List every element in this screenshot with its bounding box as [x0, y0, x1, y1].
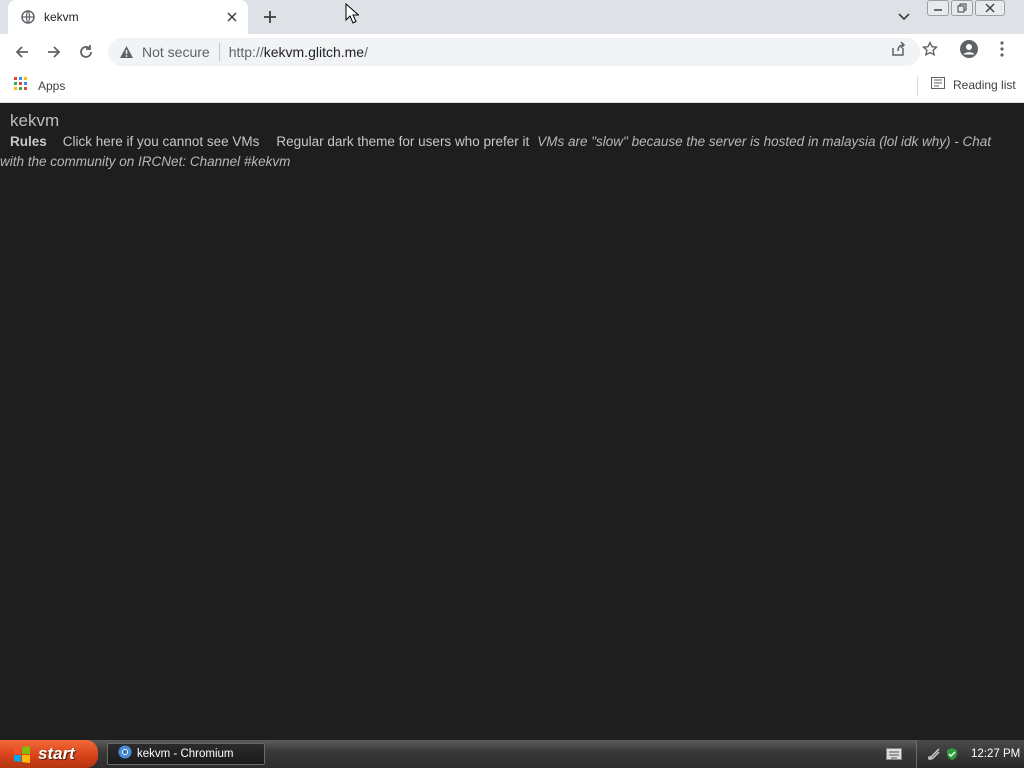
url-suffix: /: [364, 44, 368, 60]
tab-search-chevron-icon[interactable]: [895, 8, 913, 26]
page-title: kekvm: [10, 111, 60, 130]
reading-list-button[interactable]: Reading list: [931, 77, 1016, 92]
bookmark-star-icon[interactable]: [921, 40, 939, 58]
globe-icon: [20, 9, 36, 25]
bookmarks-divider: [917, 76, 918, 96]
taskbar-item-label: kekvm - Chromium: [137, 748, 234, 760]
apps-grid-icon: [14, 77, 28, 94]
security-label[interactable]: Not secure: [142, 44, 210, 60]
system-tray: 12:27 PM: [916, 740, 1024, 768]
apps-shortcut[interactable]: Apps: [14, 77, 65, 94]
profile-avatar-icon[interactable]: [960, 40, 978, 58]
clock: 12:27 PM: [971, 748, 1021, 760]
network-icon[interactable]: [927, 747, 941, 761]
browser-toolbar: Not secure http://kekvm.glitch.me/: [0, 34, 1024, 70]
omnibox-divider: [218, 43, 220, 61]
address-bar[interactable]: Not secure http://kekvm.glitch.me/: [108, 38, 920, 66]
url-text[interactable]: http://kekvm.glitch.me/: [229, 44, 368, 60]
bookmarks-bar: Apps Reading list: [0, 70, 1024, 103]
share-icon[interactable]: [889, 40, 907, 58]
new-tab-button[interactable]: [259, 6, 281, 28]
close-window-button[interactable]: [975, 0, 1005, 16]
dark-theme-link[interactable]: Regular dark theme for users who prefer …: [276, 134, 529, 149]
keyboard-icon[interactable]: [886, 747, 902, 761]
restore-button[interactable]: [951, 0, 973, 16]
reading-list-label: Reading list: [953, 77, 1016, 92]
start-button[interactable]: start: [0, 740, 98, 768]
taskbar-item-chromium[interactable]: kekvm - Chromium: [107, 743, 265, 765]
forward-arrow-icon[interactable]: [42, 40, 66, 64]
rules-link[interactable]: Rules: [10, 134, 47, 149]
apps-label: Apps: [38, 78, 66, 93]
windows-logo-icon: [12, 744, 32, 764]
reading-list-icon: [931, 77, 945, 92]
back-arrow-icon[interactable]: [10, 40, 34, 64]
page-content: kekvm Rules Click here if you cannot see …: [0, 104, 1024, 740]
warning-icon[interactable]: [118, 44, 134, 60]
security-shield-icon[interactable]: [945, 747, 959, 761]
taskbar: start kekvm - Chromium 12:27 PM: [0, 740, 1024, 768]
mouse-cursor-icon: [345, 3, 359, 24]
window-controls: [927, 0, 1005, 18]
browser-tab[interactable]: kekvm: [8, 0, 248, 34]
url-host: kekvm.glitch.me: [263, 44, 365, 60]
reload-icon[interactable]: [74, 40, 98, 64]
start-label: start: [38, 744, 75, 763]
site-nav: Rules Click here if you cannot see VMs Reg…: [0, 132, 1000, 172]
minimize-button[interactable]: [927, 0, 949, 16]
tab-title: kekvm: [44, 10, 79, 24]
chromium-icon: [118, 745, 132, 764]
menu-kebab-icon[interactable]: [993, 40, 1011, 58]
tab-strip: kekvm: [0, 0, 1024, 34]
tab-close-icon[interactable]: [224, 9, 240, 25]
cannot-see-vms-link[interactable]: Click here if you cannot see VMs: [63, 134, 260, 149]
url-prefix: http://: [228, 44, 264, 60]
